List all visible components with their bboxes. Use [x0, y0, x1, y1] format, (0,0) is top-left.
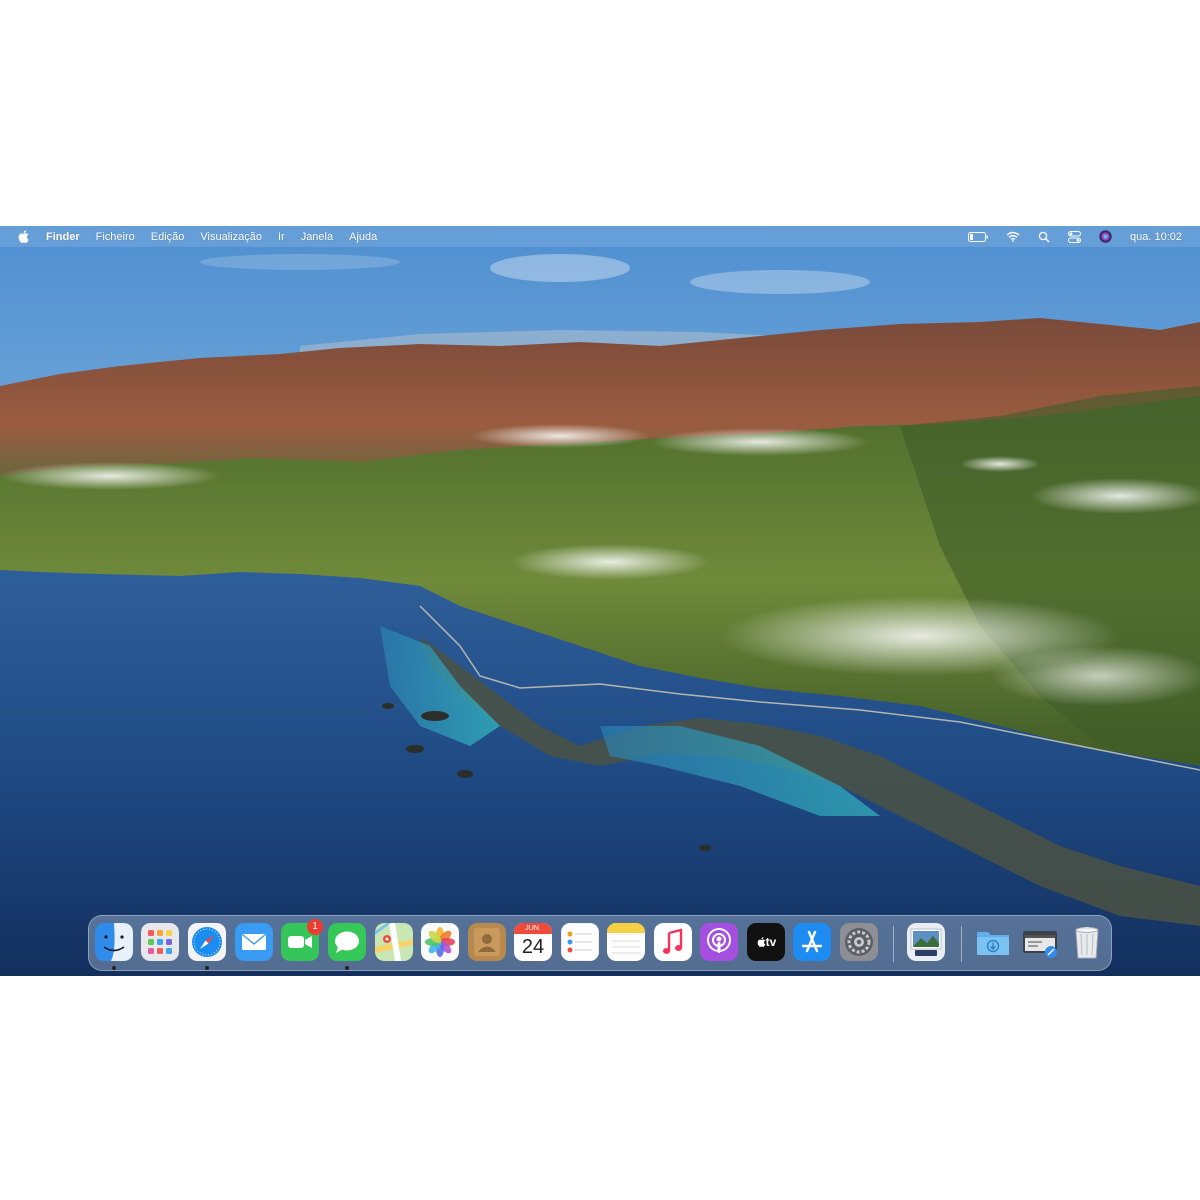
- menu-edicao[interactable]: Edição: [151, 231, 185, 243]
- messages-running-indicator: [345, 966, 349, 970]
- menu-clock[interactable]: qua. 10:02: [1130, 231, 1182, 243]
- menu-finder[interactable]: Finder: [46, 231, 80, 243]
- dock: 1 JUN. 24 tv: [88, 915, 1112, 971]
- calendar-day: 24: [521, 936, 545, 958]
- dock-preview-icon[interactable]: [907, 923, 945, 961]
- dock-podcasts-icon[interactable]: [700, 923, 738, 961]
- control-center-icon[interactable]: [1068, 230, 1081, 243]
- apple-menu-icon[interactable]: [16, 229, 30, 244]
- dock-calendar-icon[interactable]: JUN. 24: [514, 923, 552, 961]
- menu-bar: Finder Ficheiro Edição Visualização Ir J…: [0, 226, 1200, 247]
- menu-ajuda[interactable]: Ajuda: [349, 231, 377, 243]
- dock-system-preferences-icon[interactable]: [840, 923, 878, 961]
- tv-label: tv: [765, 935, 777, 949]
- dock-maps-icon[interactable]: [375, 923, 413, 961]
- dock-mail-icon[interactable]: [235, 923, 273, 961]
- menu-janela[interactable]: Janela: [301, 231, 333, 243]
- dock-downloads-folder-icon[interactable]: [974, 923, 1012, 961]
- menu-ficheiro[interactable]: Ficheiro: [96, 231, 135, 243]
- dock-apple-tv-icon[interactable]: tv: [747, 923, 785, 961]
- apple-logo-icon: [757, 937, 765, 947]
- dock-notes-icon[interactable]: [607, 923, 645, 961]
- menu-bar-extras: qua. 10:02: [950, 226, 1182, 247]
- menu-visualizacao[interactable]: Visualização: [200, 231, 262, 243]
- dock-safari-icon[interactable]: [188, 923, 226, 961]
- dock-music-icon[interactable]: [654, 923, 692, 961]
- siri-icon[interactable]: [1099, 230, 1112, 243]
- dock-screen-sharing-icon[interactable]: [1021, 923, 1059, 961]
- search-icon[interactable]: [1038, 231, 1050, 243]
- dock-messages-icon[interactable]: [328, 923, 366, 961]
- battery-icon[interactable]: [968, 231, 988, 242]
- calendar-month: JUN.: [514, 923, 552, 934]
- menu-bar-left: Finder Ficheiro Edição Visualização Ir J…: [16, 226, 393, 247]
- dock-contacts-icon[interactable]: [468, 923, 506, 961]
- dock-app-store-icon[interactable]: [793, 923, 831, 961]
- dock-photos-icon[interactable]: [421, 923, 459, 961]
- desktop: Finder Ficheiro Edição Visualização Ir J…: [0, 226, 1200, 976]
- dock-trash-icon[interactable]: [1068, 923, 1106, 961]
- dock-reminders-icon[interactable]: [561, 923, 599, 961]
- wifi-icon[interactable]: [1006, 231, 1020, 242]
- safari-running-indicator: [205, 966, 209, 970]
- menu-ir[interactable]: Ir: [278, 231, 285, 243]
- dock-launchpad-icon[interactable]: [141, 923, 179, 961]
- facetime-badge: 1: [307, 919, 323, 935]
- desktop-wallpaper: [0, 226, 1200, 976]
- dock-separator: [893, 926, 894, 962]
- finder-running-indicator: [112, 966, 116, 970]
- dock-finder-icon[interactable]: [95, 923, 133, 961]
- dock-separator: [961, 926, 962, 962]
